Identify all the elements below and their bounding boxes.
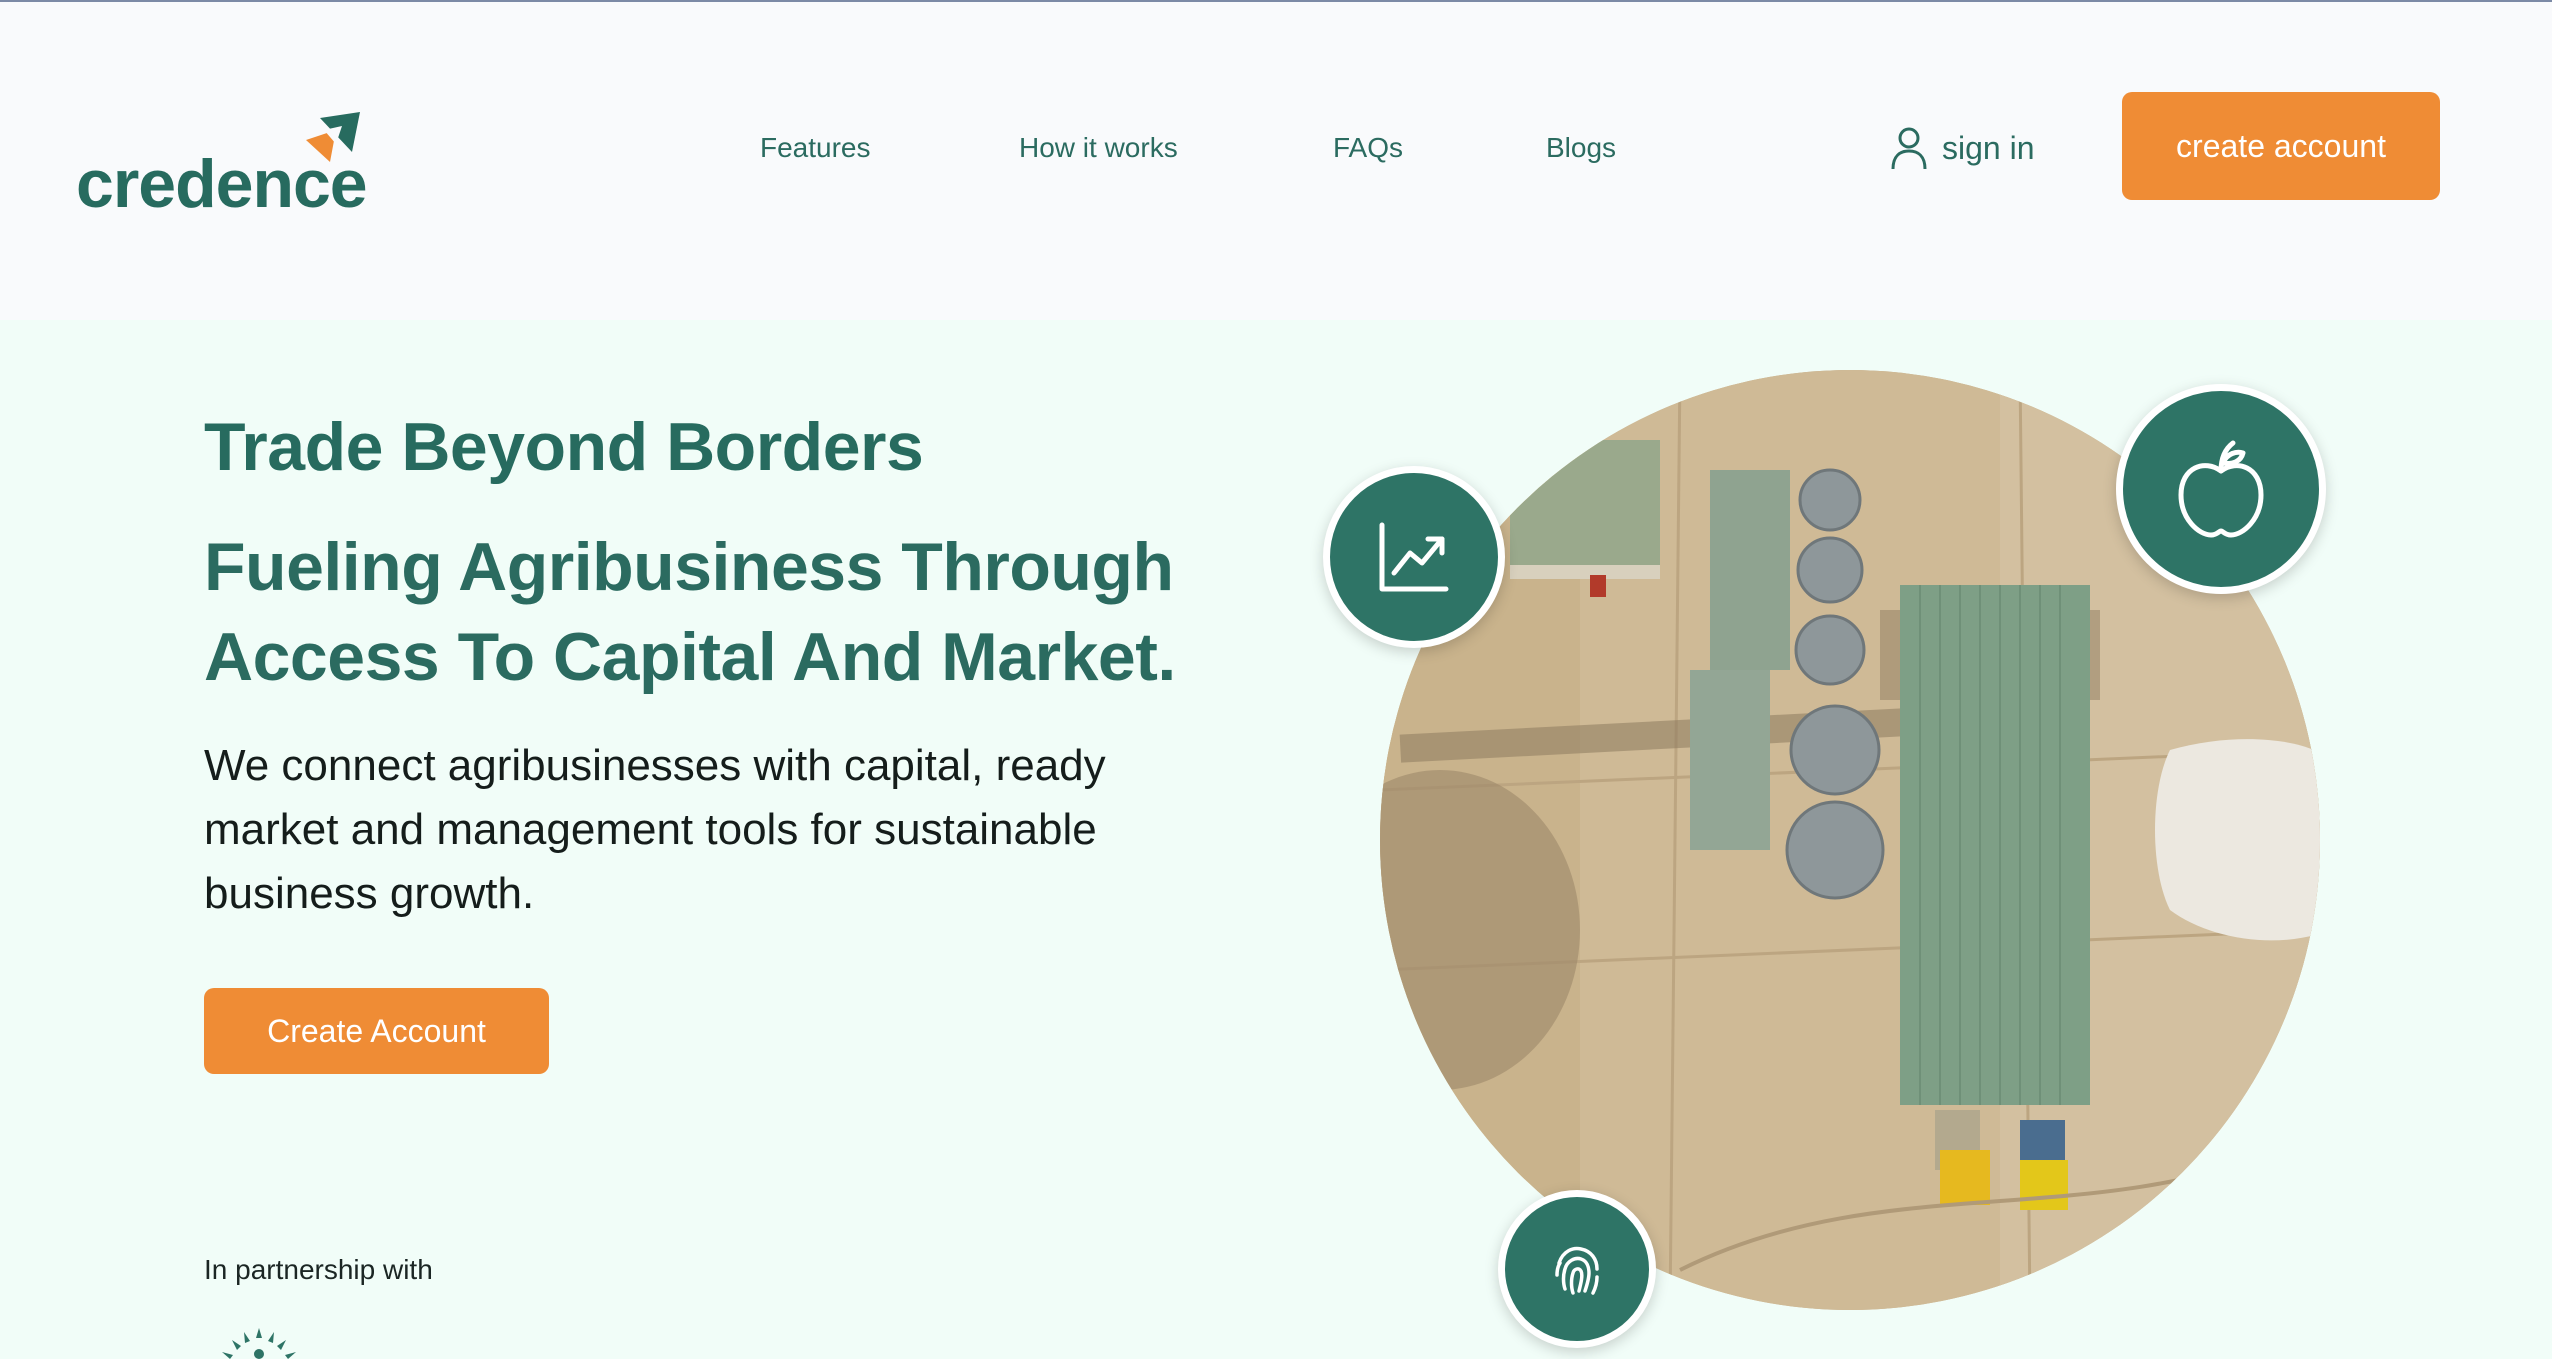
- site-header: credence Features How it works FAQs Blog…: [0, 2, 2552, 320]
- partnership-label: In partnership with: [204, 1254, 433, 1285]
- create-account-hero-button[interactable]: Create Account: [204, 988, 549, 1074]
- credence-logo[interactable]: credence: [76, 112, 368, 222]
- fingerprint-badge: [1498, 1190, 1656, 1348]
- nav-how-it-works[interactable]: How it works: [1019, 130, 1178, 166]
- hero-description: We connect agribusinesses with capital, …: [204, 741, 1106, 918]
- hero-tagline: Trade Beyond Borders: [204, 409, 924, 485]
- chart-trend-icon: [1379, 522, 1449, 592]
- fingerprint-icon: [1555, 1246, 1599, 1295]
- create-account-header-button[interactable]: create account: [2122, 92, 2440, 200]
- sign-in-label: sign in: [1942, 129, 2035, 166]
- nav-blogs[interactable]: Blogs: [1546, 130, 1616, 166]
- apple-badge: [2116, 384, 2326, 594]
- nav-features[interactable]: Features: [760, 130, 871, 166]
- sign-in-link[interactable]: sign in: [1890, 124, 2035, 172]
- user-icon: [1891, 127, 1927, 170]
- partner-logo: [204, 1324, 314, 1359]
- logo-wordmark: credence: [76, 146, 368, 222]
- chart-trend-badge: [1323, 466, 1505, 648]
- hero-title: Fueling Agribusiness Through Access To C…: [204, 529, 1176, 695]
- nav-faqs[interactable]: FAQs: [1333, 130, 1403, 166]
- apple-icon: [2178, 440, 2264, 538]
